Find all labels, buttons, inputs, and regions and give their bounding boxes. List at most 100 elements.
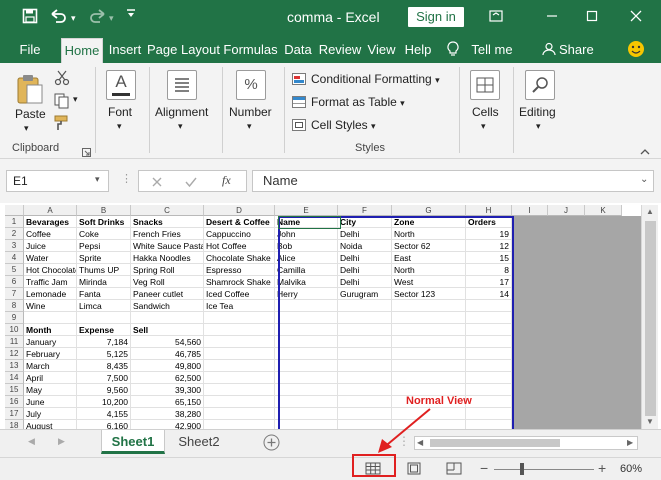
cell-b15[interactable]: 9,560	[77, 384, 131, 396]
lightbulb-icon[interactable]	[443, 36, 463, 63]
cell-d2[interactable]: Cappuccino	[204, 228, 275, 240]
cell-a8[interactable]: Wine	[24, 300, 77, 312]
cell-c5[interactable]: Spring Roll	[131, 264, 204, 276]
close-icon[interactable]	[624, 6, 648, 28]
cells-button[interactable]: Cells	[472, 105, 499, 119]
cell-d15[interactable]	[204, 384, 275, 396]
cell-b5[interactable]: Thums UP	[77, 264, 131, 276]
cell-b4[interactable]: Sprite	[77, 252, 131, 264]
column-header-i[interactable]: I	[512, 205, 548, 216]
cell-b2[interactable]: Coke	[77, 228, 131, 240]
column-header-d[interactable]: D	[204, 205, 275, 216]
save-icon[interactable]	[22, 8, 38, 30]
cell-b7[interactable]: Fanta	[77, 288, 131, 300]
cell-d10[interactable]	[204, 324, 275, 336]
undo-icon[interactable]	[50, 8, 68, 30]
cell-d11[interactable]	[204, 336, 275, 348]
horizontal-scroll-thumb[interactable]	[430, 439, 560, 447]
undo-dropdown-icon[interactable]: ▾	[71, 8, 76, 28]
sheet-tab-sheet1[interactable]: Sheet1	[101, 430, 165, 454]
row-header-14[interactable]: 14	[5, 372, 24, 384]
cell-c13[interactable]: 49,800	[131, 360, 204, 372]
column-header-f[interactable]: F	[338, 205, 392, 216]
scroll-up-icon[interactable]: ▲	[646, 207, 654, 216]
cell-b10[interactable]: Expense	[77, 324, 131, 336]
scroll-right-icon[interactable]: ▶	[627, 438, 633, 447]
font-dropdown-icon[interactable]: ▾	[117, 121, 122, 132]
row-header-13[interactable]: 13	[5, 360, 24, 372]
zoom-in-icon[interactable]: +	[598, 460, 606, 476]
number-button[interactable]: Number	[229, 105, 272, 119]
cell-c16[interactable]: 65,150	[131, 396, 204, 408]
cell-b13[interactable]: 8,435	[77, 360, 131, 372]
formula-input[interactable]: Name	[252, 170, 654, 192]
copy-icon[interactable]	[54, 93, 70, 114]
cell-d12[interactable]	[204, 348, 275, 360]
row-header-7[interactable]: 7	[5, 288, 24, 300]
share-user-icon[interactable]	[540, 36, 558, 63]
tab-formulas[interactable]: Formulas	[222, 36, 279, 63]
tab-help[interactable]: Help	[401, 36, 435, 63]
column-header-j[interactable]: J	[548, 205, 585, 216]
cancel-entry-icon[interactable]	[151, 175, 163, 193]
tab-page-layout[interactable]: Page Layout	[147, 36, 220, 63]
column-header-k[interactable]: K	[585, 205, 622, 216]
cell-b11[interactable]: 7,184	[77, 336, 131, 348]
row-header-5[interactable]: 5	[5, 264, 24, 276]
cell-c17[interactable]: 38,280	[131, 408, 204, 420]
column-header-a[interactable]: A	[24, 205, 77, 216]
editing-dropdown-icon[interactable]: ▾	[536, 121, 541, 132]
row-header-1[interactable]: 1	[5, 216, 24, 228]
cell-a11[interactable]: January	[24, 336, 77, 348]
cell-b9[interactable]	[77, 312, 131, 324]
row-header-15[interactable]: 15	[5, 384, 24, 396]
number-dropdown-icon[interactable]: ▾	[247, 121, 252, 132]
cell-a15[interactable]: May	[24, 384, 77, 396]
editing-button[interactable]: Editing	[519, 105, 556, 119]
cell-a16[interactable]: June	[24, 396, 77, 408]
cell-d16[interactable]	[204, 396, 275, 408]
row-header-8[interactable]: 8	[5, 300, 24, 312]
cell-c3[interactable]: White Sauce Pasta	[131, 240, 204, 252]
sign-in-button[interactable]: Sign in	[408, 7, 464, 27]
row-header-10[interactable]: 10	[5, 324, 24, 336]
horizontal-scrollbar[interactable]: ◀ ▶	[414, 436, 638, 450]
cell-a1[interactable]: Bevarages	[24, 216, 77, 228]
column-header-b[interactable]: B	[77, 205, 131, 216]
share-button[interactable]: Share	[559, 36, 594, 63]
minimize-icon[interactable]	[540, 6, 564, 28]
cell-c18[interactable]: 42,900	[131, 420, 204, 429]
paste-button[interactable]: Paste	[15, 107, 46, 121]
cell-d5[interactable]: Espresso	[204, 264, 275, 276]
cell-a5[interactable]: Hot Chocolate	[24, 264, 77, 276]
cell-c10[interactable]: Sell	[131, 324, 204, 336]
add-sheet-icon[interactable]	[263, 434, 280, 456]
cell-b1[interactable]: Soft Drinks	[77, 216, 131, 228]
cell-b18[interactable]: 6,160	[77, 420, 131, 429]
row-header-17[interactable]: 17	[5, 408, 24, 420]
redo-icon[interactable]	[88, 8, 106, 30]
font-button[interactable]: Font	[108, 105, 132, 119]
cell-a18[interactable]: August	[24, 420, 77, 429]
cell-a4[interactable]: Water	[24, 252, 77, 264]
cell-a7[interactable]: Lemonade	[24, 288, 77, 300]
row-header-18[interactable]: 18	[5, 420, 24, 429]
feedback-smiley-icon[interactable]	[626, 36, 646, 63]
cell-c14[interactable]: 62,500	[131, 372, 204, 384]
name-box-dropdown-icon[interactable]: ▾	[95, 174, 100, 185]
scroll-down-icon[interactable]: ▼	[646, 417, 654, 426]
cell-d3[interactable]: Hot Coffee	[204, 240, 275, 252]
customize-toolbar-icon[interactable]	[126, 6, 136, 26]
cell-b17[interactable]: 4,155	[77, 408, 131, 420]
cell-b6[interactable]: Mirinda	[77, 276, 131, 288]
cell-a10[interactable]: Month	[24, 324, 77, 336]
cell-a6[interactable]: Traffic Jam	[24, 276, 77, 288]
cells-dropdown-icon[interactable]: ▾	[481, 121, 486, 132]
zoom-level[interactable]: 60%	[620, 463, 642, 475]
cell-d8[interactable]: Ice Tea	[204, 300, 275, 312]
page-layout-view-icon[interactable]	[404, 461, 426, 478]
cell-styles-button[interactable]: Cell Styles ▾	[292, 118, 376, 132]
row-header-12[interactable]: 12	[5, 348, 24, 360]
cells-icon[interactable]	[470, 70, 500, 100]
vertical-scrollbar[interactable]: ▲ ▼	[641, 205, 658, 429]
